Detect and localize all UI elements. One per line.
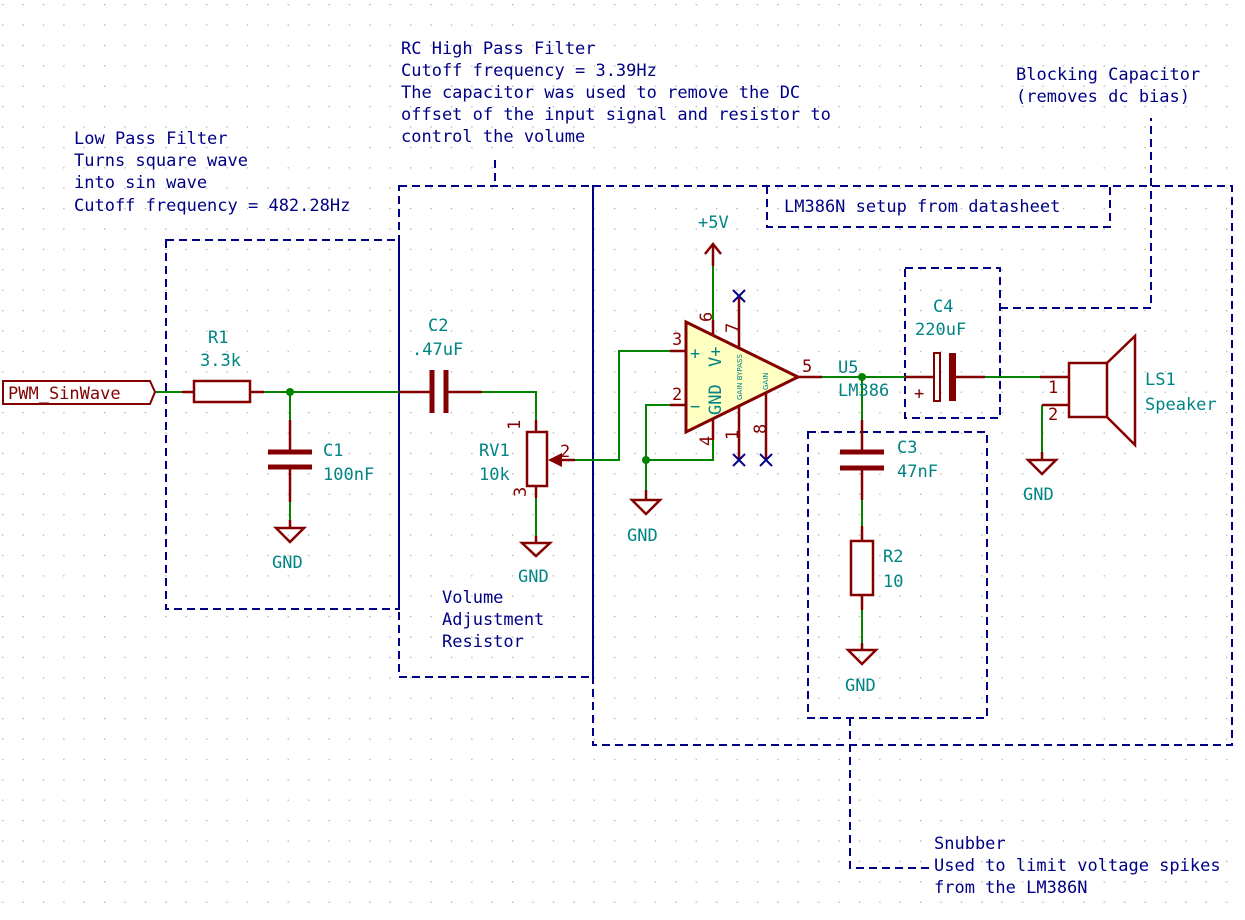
note-line: RC High Pass Filter: [401, 39, 595, 59]
u5-minus-sign: −: [690, 397, 700, 417]
u5-vplus-label: V+: [706, 347, 726, 367]
rv1-pin-1: 1: [505, 420, 525, 430]
gnd-label: GND: [627, 526, 658, 546]
note-line: control the volume: [401, 127, 585, 147]
u5-pin-6: 6: [697, 312, 717, 322]
u5-pin-8: 8: [751, 424, 771, 434]
u5-pin-4: 4: [697, 436, 717, 446]
ls1-pin-2: 2: [1048, 405, 1058, 425]
note-line: into sin wave: [74, 173, 207, 193]
c3-value: 47nF: [897, 462, 938, 482]
ls1-value: Speaker: [1145, 395, 1217, 415]
u5-pin-7: 7: [723, 323, 743, 333]
u5-pin-2: 2: [672, 385, 682, 405]
rv1-pin-2: 2: [560, 442, 570, 462]
c4-ref: C4: [933, 297, 953, 317]
note-line: from the LM386N: [934, 878, 1088, 898]
gnd-label: GND: [272, 553, 303, 573]
c2-ref: C2: [428, 316, 448, 336]
u5-value: LM386: [838, 381, 889, 401]
r1-ref: R1: [208, 328, 228, 348]
ls1-ref: LS1: [1145, 370, 1176, 390]
note-lm386-setup: LM386N setup from datasheet: [784, 197, 1060, 217]
note-line: Cutoff frequency = 482.28Hz: [74, 196, 350, 216]
cap-plate-positive: [933, 352, 941, 402]
u5-pin-1: 1: [723, 430, 743, 440]
rv1-value: 10k: [479, 465, 510, 485]
gnd-label: GND: [845, 676, 876, 696]
cap-plate-negative: [949, 353, 956, 401]
c4-polarity: +: [914, 384, 924, 404]
u5-gain-label: GAIN: [762, 372, 770, 390]
pot-body: [525, 430, 549, 488]
junction-dot: [858, 373, 866, 381]
r2-ref: R2: [883, 547, 903, 567]
note-line: Volume: [442, 588, 503, 608]
c2-value: .47uF: [412, 340, 463, 360]
u5-plus-sign: +: [690, 344, 700, 364]
note-line: Snubber: [934, 834, 1006, 854]
input-label-text: PWM_SinWave: [8, 384, 121, 404]
speaker-body: [1067, 361, 1109, 419]
note-line: Cutoff frequency = 3.39Hz: [401, 61, 657, 81]
c1-value: 100nF: [323, 465, 374, 485]
gnd-label: GND: [1023, 485, 1054, 505]
note-line: (removes dc bias): [1016, 87, 1190, 107]
c3-ref: C3: [897, 438, 917, 458]
junction-dot: [642, 456, 650, 464]
r2-value: 10: [883, 572, 903, 592]
gnd-label: GND: [518, 567, 549, 587]
junction-dot: [286, 388, 294, 396]
input-label-pwm-sinwave[interactable]: PWM_SinWave: [2, 380, 157, 405]
r1-value: 3.3k: [200, 351, 241, 371]
note-line: offset of the input signal and resistor …: [401, 105, 831, 125]
rv1-ref: RV1: [479, 441, 510, 461]
note-line: Turns square wave: [74, 151, 248, 171]
power-5v-label: +5V: [698, 213, 729, 233]
note-line: The capacitor was used to remove the DC: [401, 83, 800, 103]
resistor-body: [849, 539, 875, 597]
u5-pin-5: 5: [802, 357, 812, 377]
u5-gnd-label: GND: [706, 384, 726, 415]
u5-pin-3: 3: [672, 330, 682, 350]
rv1-pin-3: 3: [511, 487, 531, 497]
schematic-sheet: Low Pass Filter Turns square wave into s…: [0, 0, 1245, 920]
resistor-body: [192, 379, 252, 404]
note-line: Adjustment: [442, 610, 544, 630]
ls1-pin-1: 1: [1048, 378, 1058, 398]
note-line: Blocking Capacitor: [1016, 65, 1200, 85]
note-line: Low Pass Filter: [74, 129, 228, 149]
note-line: Used to limit voltage spikes: [934, 856, 1221, 876]
u5-ref: U5: [838, 358, 858, 378]
c4-value: 220uF: [915, 320, 966, 340]
note-line: Resistor: [442, 632, 524, 652]
u5-gain-bypass-label: GAIN BYPASS: [736, 354, 744, 400]
c1-ref: C1: [323, 441, 343, 461]
